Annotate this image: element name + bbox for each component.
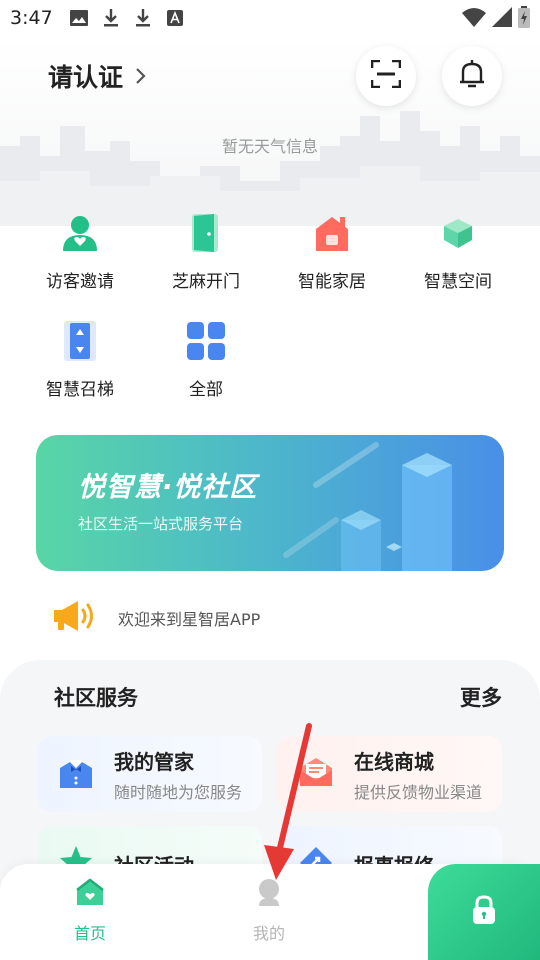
notification-button[interactable] — [442, 46, 502, 106]
lock-button[interactable] — [428, 864, 540, 960]
notice-bar[interactable]: 欢迎来到星智居APP — [52, 598, 260, 638]
visitor-icon — [58, 211, 102, 255]
services-more-link[interactable]: 更多 — [460, 682, 502, 712]
mail-icon — [298, 756, 334, 792]
house-icon — [310, 211, 354, 255]
service-card-title: 我的管家 — [114, 749, 194, 774]
font-icon — [165, 8, 185, 28]
quick-action-label: 智慧召梯 — [46, 380, 114, 400]
butler-icon — [58, 754, 94, 794]
tab-mine[interactable]: 我的 — [224, 878, 314, 944]
service-card-title: 在线商城 — [354, 749, 434, 774]
battery-icon — [518, 6, 530, 33]
person-icon — [255, 878, 283, 910]
chevron-right-icon — [135, 62, 147, 91]
download-icon — [101, 8, 121, 28]
quick-action-visitor[interactable]: 访客邀请 — [20, 211, 140, 292]
quick-action-label: 芝麻开门 — [172, 272, 240, 292]
wifi-icon — [462, 7, 486, 32]
quick-action-elevator[interactable]: 智慧召梯 — [20, 319, 140, 400]
scan-icon — [370, 59, 402, 92]
tab-home-label: 首页 — [73, 924, 106, 943]
quick-action-all[interactable]: 全部 — [146, 319, 266, 400]
image-icon — [69, 8, 89, 28]
download-icon — [133, 8, 153, 28]
service-card-butler[interactable]: 我的管家 随时随地为您服务 — [38, 736, 262, 812]
megaphone-icon — [52, 598, 98, 638]
banner-subtitle: 社区生活一站式服务平台 — [78, 515, 244, 533]
quick-action-door[interactable]: 芝麻开门 — [146, 211, 266, 292]
door-icon — [184, 211, 228, 255]
status-bar: 3:47 — [0, 0, 540, 36]
cube-icon — [436, 211, 480, 255]
auth-link[interactable]: 请认证 — [48, 58, 147, 94]
grid-icon — [184, 319, 228, 363]
quick-action-smart-space[interactable]: 智慧空间 — [398, 211, 518, 292]
home-icon — [75, 878, 105, 910]
auth-label: 请认证 — [48, 63, 124, 92]
quick-action-smart-home[interactable]: 智能家居 — [272, 211, 392, 292]
service-card-subtitle: 提供反馈物业渠道 — [354, 782, 483, 802]
quick-action-label: 访客邀请 — [46, 272, 114, 292]
services-title: 社区服务 — [54, 686, 138, 710]
status-time: 3:47 — [10, 7, 53, 29]
quick-action-label: 全部 — [189, 380, 223, 400]
lock-icon — [471, 895, 497, 929]
service-card-subtitle: 随时随地为您服务 — [114, 782, 243, 802]
scan-button[interactable] — [356, 46, 416, 106]
tab-home[interactable]: 首页 — [45, 878, 135, 944]
weather-text: 暂无天气信息 — [221, 137, 318, 156]
city-skyline-illustration — [0, 111, 540, 226]
service-card-mall[interactable]: 在线商城 提供反馈物业渠道 — [278, 736, 502, 812]
bell-icon — [458, 58, 486, 94]
banner-title: 悦智慧·悦社区 — [78, 472, 258, 503]
promo-banner[interactable]: 悦智慧·悦社区 社区生活一站式服务平台 — [36, 435, 504, 571]
elevator-icon — [58, 319, 102, 363]
tab-mine-label: 我的 — [252, 924, 285, 943]
quick-action-label: 智能家居 — [298, 272, 366, 292]
quick-action-label: 智慧空间 — [424, 272, 492, 292]
notice-text: 欢迎来到星智居APP — [118, 610, 261, 629]
signal-icon — [492, 7, 512, 32]
